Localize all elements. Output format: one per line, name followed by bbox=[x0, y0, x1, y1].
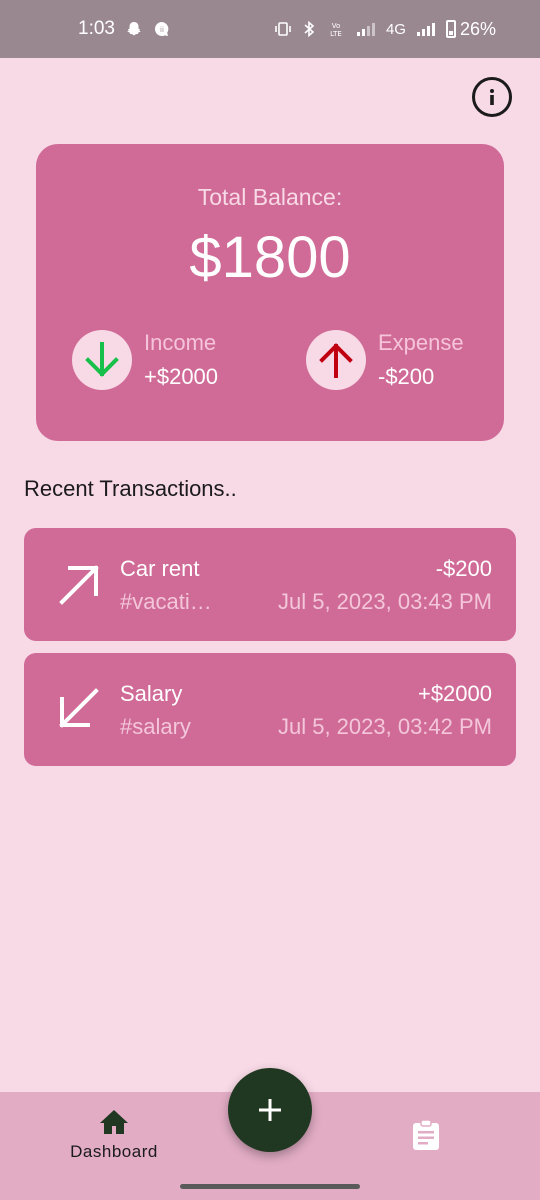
bluetooth-icon bbox=[304, 20, 315, 38]
signal-icon bbox=[416, 23, 435, 36]
svg-text:LTE: LTE bbox=[330, 30, 342, 38]
balance-amount: $1800 bbox=[189, 225, 351, 290]
transaction-tag: #salary bbox=[120, 714, 191, 739]
transaction-card[interactable]: Salary #salary +$2000 Jul 5, 2023, 03:42… bbox=[24, 653, 516, 766]
income-label: Income bbox=[144, 330, 217, 355]
snapchat-icon bbox=[127, 22, 141, 36]
expense-summary: Expense -$200 bbox=[306, 330, 464, 390]
transaction-tag: #vacati… bbox=[120, 589, 212, 614]
battery-indicator: 26% bbox=[445, 18, 496, 40]
transaction-card[interactable]: Car rent #vacati… -$200 Jul 5, 2023, 03:… bbox=[24, 528, 516, 641]
transaction-amount: -$200 bbox=[435, 556, 492, 581]
chat-icon: ii bbox=[154, 22, 169, 36]
battery-icon bbox=[445, 20, 456, 38]
svg-text:Vo: Vo bbox=[332, 22, 341, 30]
income-value: +$2000 bbox=[144, 364, 219, 389]
plus-icon bbox=[259, 1099, 281, 1121]
arrow-down-left-icon bbox=[59, 688, 99, 728]
transaction-title: Car rent bbox=[120, 556, 200, 581]
transaction-title: Salary bbox=[120, 681, 183, 706]
volte-icon: Vo LTE bbox=[330, 22, 342, 38]
signal-icon bbox=[356, 23, 375, 36]
status-left: 1:03 ii bbox=[78, 18, 171, 40]
info-button[interactable] bbox=[472, 77, 512, 117]
svg-text:ii: ii bbox=[160, 26, 164, 34]
add-transaction-button[interactable] bbox=[228, 1068, 312, 1152]
transaction-amount: +$2000 bbox=[417, 681, 492, 706]
expense-label: Expense bbox=[378, 330, 464, 355]
arrow-up-right-icon bbox=[59, 565, 99, 605]
nav-dashboard-label: Dashboard bbox=[70, 1142, 158, 1161]
status-right: Vo LTE 4G 26% bbox=[274, 19, 496, 40]
home-icon bbox=[100, 1110, 128, 1134]
recent-transactions-title: Recent Transactions.. bbox=[24, 476, 237, 501]
transaction-date: Jul 5, 2023, 03:43 PM bbox=[277, 589, 492, 614]
expense-value: -$200 bbox=[378, 364, 435, 389]
status-time: 1:03 bbox=[78, 18, 115, 39]
status-bar: 1:03 ii Vo LTE 4G 26% bbox=[0, 0, 540, 58]
income-summary: Income +$2000 bbox=[72, 330, 218, 390]
battery-percent: 26% bbox=[459, 18, 496, 39]
info-icon bbox=[490, 89, 494, 105]
home-indicator[interactable] bbox=[180, 1184, 360, 1189]
transaction-date: Jul 5, 2023, 03:42 PM bbox=[277, 714, 492, 739]
balance-label: Total Balance: bbox=[197, 184, 343, 210]
network-label: 4G bbox=[385, 20, 406, 38]
vibrate-icon bbox=[275, 22, 291, 36]
balance-card: Total Balance: $1800 Income +$2000 Expen… bbox=[36, 144, 504, 441]
expense-arrow-icon bbox=[306, 330, 366, 390]
clipboard-icon[interactable] bbox=[410, 1119, 442, 1151]
nav-dashboard[interactable]: Dashboard bbox=[58, 1108, 170, 1178]
income-arrow-icon bbox=[72, 330, 132, 390]
